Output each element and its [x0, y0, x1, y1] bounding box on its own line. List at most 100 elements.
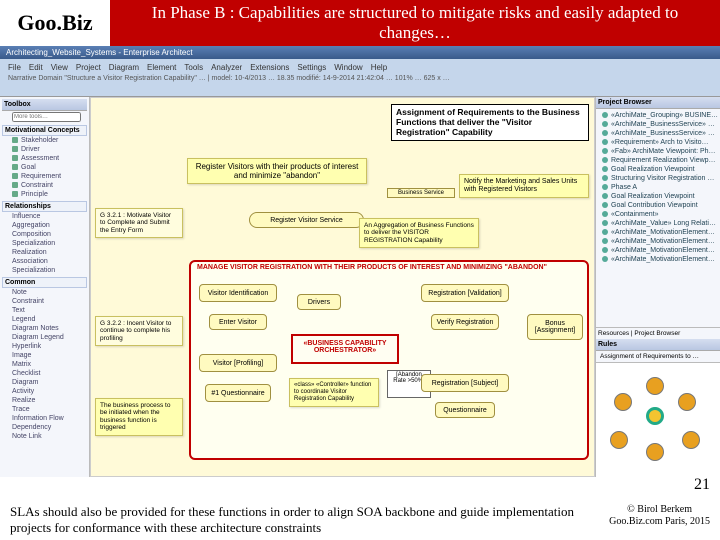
tree-item[interactable]: Goal Realization Viewpoint — [602, 165, 718, 174]
note-assignment[interactable]: Assignment of Requirements to the Busine… — [391, 104, 589, 141]
service-register-visitor[interactable]: Register Visitor Service — [249, 212, 364, 228]
menu-bar[interactable]: FileEditViewProjectDiagramElementToolsAn… — [4, 61, 716, 74]
toolbox-item[interactable]: Diagram — [2, 378, 87, 387]
principle-icon — [12, 191, 18, 197]
node-icon — [602, 157, 608, 163]
panel-tabs[interactable]: Resources | Project Browser — [596, 327, 720, 339]
toolbox-item[interactable]: Composition — [2, 230, 87, 239]
tree-item[interactable]: «ArchiMate_Grouping» BUSINES… — [602, 111, 718, 120]
func-visitor-profiling[interactable]: Visitor [Profiling] — [199, 354, 277, 372]
business-capability-orchestrator[interactable]: «BUSINESS CAPABILITY ORCHESTRATOR» — [291, 334, 399, 364]
toolbox-item[interactable]: Note Link — [2, 432, 87, 441]
toolbox-item[interactable]: Hyperlink — [2, 342, 87, 351]
logo: Goo.Biz — [0, 0, 110, 46]
toolbox-item[interactable]: Assessment — [2, 154, 87, 163]
toolbox-item[interactable]: Diagram Notes — [2, 324, 87, 333]
toolbox-item[interactable]: Constraint — [2, 181, 87, 190]
func-visitor-identification[interactable]: Visitor Identification — [199, 284, 277, 302]
toolbox-title: Toolbox — [2, 99, 87, 111]
page-number: 21 — [694, 476, 710, 494]
func-enter-visitor[interactable]: Enter Visitor — [209, 314, 267, 330]
copyright-line2: Goo.Biz.com Paris, 2015 — [609, 516, 710, 528]
toolbox-item[interactable]: Note — [2, 288, 87, 297]
func-registration-validation[interactable]: Registration [Validation] — [421, 284, 509, 302]
tree-item[interactable]: «Fab» ArchiMate Viewpoint: Phase A — [602, 147, 718, 156]
rules-subtitle: Assignment of Requirements to … — [596, 351, 720, 362]
func-verify-registration[interactable]: Verify Registration — [431, 314, 499, 330]
func-registration-subject[interactable]: Registration [Subject] — [421, 374, 509, 392]
assessment-icon — [12, 155, 18, 161]
tree-item[interactable]: Phase A — [602, 183, 718, 192]
tree-item[interactable]: «ArchiMate_MotivationElement» G1.0 S… — [602, 255, 718, 264]
business-service-label[interactable]: Business Service — [387, 188, 455, 198]
toolbox-item[interactable]: Activity — [2, 387, 87, 396]
toolbox-item[interactable]: Trace — [2, 405, 87, 414]
node-icon — [602, 166, 608, 172]
toolbox-item[interactable]: Image — [2, 351, 87, 360]
app-window-title: Architecting_Website_Systems - Enterpris… — [0, 46, 720, 59]
toolbox-item[interactable]: Specialization — [2, 239, 87, 248]
goal-register-visitors[interactable]: Register Visitors with their products of… — [187, 158, 367, 184]
node-icon — [602, 130, 608, 136]
goal-icon — [12, 164, 18, 170]
tab-strip[interactable]: Narrative Domain "Structure a Visitor Re… — [4, 74, 716, 83]
goal-g321[interactable]: G 3.2.1 : Motivate Visitor to Complete a… — [95, 208, 183, 238]
func-questionnaire-2[interactable]: Questionnaire — [435, 402, 495, 418]
toolbox-item[interactable]: Text — [2, 306, 87, 315]
diagram-canvas[interactable]: Assignment of Requirements to the Busine… — [90, 97, 595, 477]
slide-footer: SLAs should also be provided for these f… — [0, 498, 720, 540]
toolbox-item[interactable]: Checklist — [2, 369, 87, 378]
tree-item[interactable]: «ArchiMate_MotivationElement» G1.0 L… — [602, 246, 718, 255]
tree-item[interactable]: «ArchiMate_BusinessService» Reg… — [602, 129, 718, 138]
toolbox-item[interactable]: Legend — [2, 315, 87, 324]
note-aggregation[interactable]: An Aggregation of Business Functions to … — [359, 218, 479, 248]
func-questionnaire-1[interactable]: #1 Questionnaire — [205, 384, 271, 402]
toolbox-item[interactable]: Influence — [2, 212, 87, 221]
toolbox-section[interactable]: Motivational Concepts — [2, 125, 87, 136]
rules-header: Rules — [596, 339, 720, 351]
toolbox-item[interactable]: Specialization — [2, 266, 87, 275]
tree-item[interactable]: «ArchiMate_BusinessService» Re… — [602, 120, 718, 129]
goal-g322[interactable]: G 3.2.2 : Incent Visitor to continue to … — [95, 316, 183, 346]
toolbox-search[interactable] — [12, 112, 81, 122]
toolbox-section[interactable]: Relationships — [2, 201, 87, 212]
toolbox-item[interactable]: Matrix — [2, 360, 87, 369]
toolbox-item[interactable]: Stakeholder — [2, 136, 87, 145]
goal-notify-units[interactable]: Notify the Marketing and Sales Units wit… — [459, 174, 589, 198]
tree-item[interactable]: Goal Contribution Viewpoint — [602, 201, 718, 210]
node-icon — [602, 193, 608, 199]
thumbnail-preview[interactable] — [596, 362, 720, 477]
toolbox-item[interactable]: Driver — [2, 145, 87, 154]
toolbox-item[interactable]: Aggregation — [2, 221, 87, 230]
func-drivers[interactable]: Drivers — [297, 294, 341, 310]
toolbox-item[interactable]: Realize — [2, 396, 87, 405]
tree-item[interactable]: «Containment» — [602, 210, 718, 219]
toolbox-item[interactable]: Requirement — [2, 172, 87, 181]
node-icon — [602, 139, 608, 145]
toolbox-item[interactable]: Realization — [2, 248, 87, 257]
toolbox-section[interactable]: Common — [2, 277, 87, 288]
tree-item[interactable]: «ArchiMate_MotivationElement» G3.2.1… — [602, 237, 718, 246]
tree-item[interactable]: Goal Realization Viewpoint — [602, 192, 718, 201]
tree-item[interactable]: «ArchiMate_MotivationElement» G1.0 M… — [602, 228, 718, 237]
tree-item[interactable]: Requirement Realization Viewpoi… — [602, 156, 718, 165]
toolbox-item[interactable]: Information Flow — [2, 414, 87, 423]
app-chrome: FileEditViewProjectDiagramElementToolsAn… — [0, 59, 720, 97]
toolbox-item[interactable]: Association — [2, 257, 87, 266]
node-icon — [602, 112, 608, 118]
tree-item[interactable]: «ArchiMate_Value» Long Relationsh… — [602, 219, 718, 228]
lane-title: MANAGE VISITOR REGISTRATION WITH THEIR P… — [197, 264, 547, 271]
toolbox-item[interactable]: Dependency — [2, 423, 87, 432]
toolbox-item[interactable]: Principle — [2, 190, 87, 199]
note-orchestrator-class[interactable]: «class» «Controller» function to coordin… — [289, 378, 379, 407]
project-browser-title: Project Browser — [596, 97, 720, 109]
stakeholder-icon — [12, 137, 18, 143]
node-icon — [602, 184, 608, 190]
note-process-trigger[interactable]: The business process to be initiated whe… — [95, 398, 183, 436]
tree-item[interactable]: «Requirement» Arch to Visito… — [602, 138, 718, 147]
func-bonus-assignment[interactable]: Bonus [Assignment] — [527, 314, 583, 340]
toolbox-item[interactable]: Goal — [2, 163, 87, 172]
tree-item[interactable]: Structuring Visitor Registration C… — [602, 174, 718, 183]
toolbox-item[interactable]: Constraint — [2, 297, 87, 306]
toolbox-item[interactable]: Diagram Legend — [2, 333, 87, 342]
